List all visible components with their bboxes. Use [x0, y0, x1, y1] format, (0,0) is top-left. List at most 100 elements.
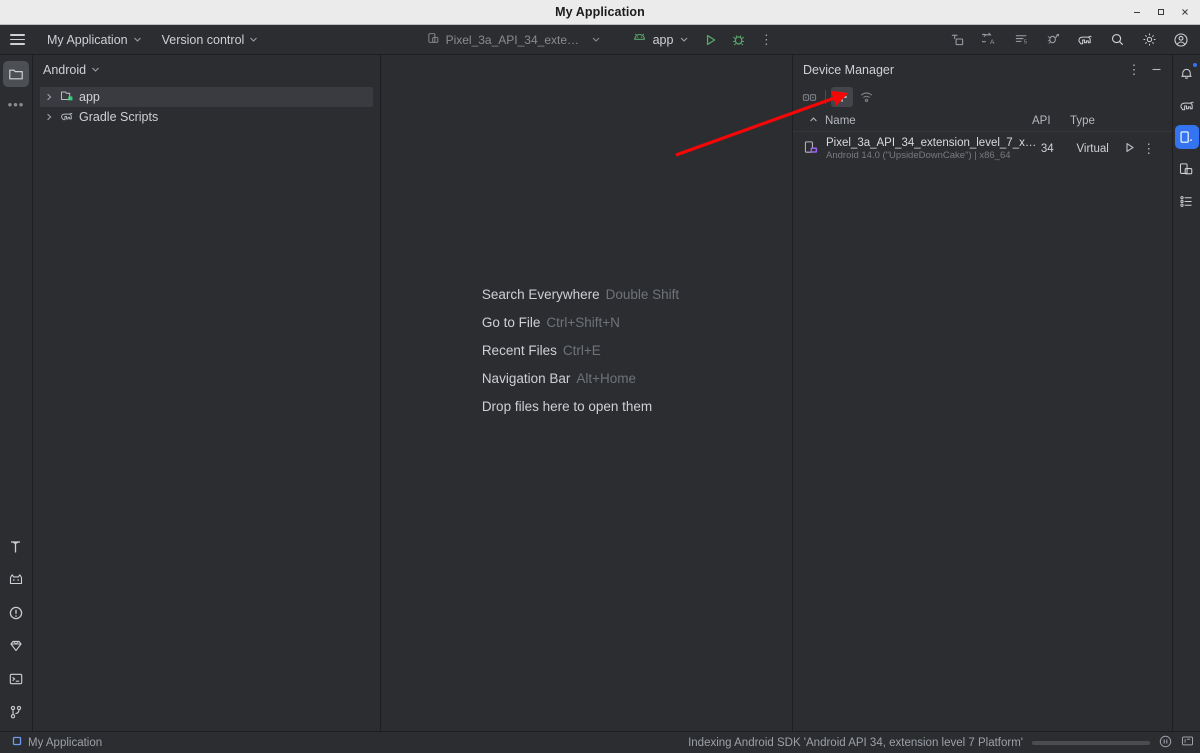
task-list-icon[interactable]: 5 — [1006, 27, 1036, 53]
main-toolbar: My Application Version control Pixel_3a_… — [0, 25, 1200, 55]
project-view-selector[interactable]: Android — [33, 55, 380, 84]
run-configuration-dropdown[interactable]: app — [626, 29, 696, 50]
add-device-plus-icon[interactable] — [831, 87, 853, 107]
bug-inspect-icon[interactable] — [1038, 27, 1068, 53]
gradle-elephant-icon[interactable] — [1070, 27, 1100, 53]
sidebar-item-notifications[interactable] — [1175, 61, 1199, 85]
project-menu-button[interactable]: My Application — [40, 30, 149, 50]
version-control-menu-button[interactable]: Version control — [155, 30, 266, 50]
toolbar-right-icons: A 5 — [942, 27, 1200, 53]
sidebar-item-build-variants[interactable] — [1175, 189, 1199, 213]
search-everywhere-a-icon[interactable]: A — [974, 27, 1004, 53]
sort-ascending-icon — [809, 115, 818, 127]
hint-shortcut: Ctrl+Shift+N — [546, 315, 620, 330]
account-avatar-icon[interactable] — [1166, 27, 1196, 53]
search-icon[interactable] — [1102, 27, 1132, 53]
wifi-pair-icon[interactable] — [855, 87, 877, 107]
device-type: Virtual — [1076, 143, 1109, 155]
pair-device-icon[interactable] — [798, 87, 820, 107]
left-tool-stripe-bottom — [3, 534, 29, 731]
gradle-script-icon — [60, 109, 74, 125]
sidebar-item-project[interactable] — [3, 61, 29, 87]
close-button[interactable] — [1174, 3, 1196, 22]
window-title: My Application — [555, 5, 645, 19]
pause-icon[interactable] — [1159, 735, 1172, 751]
more-run-options-button[interactable]: ⋮ — [753, 28, 779, 52]
project-square-icon — [12, 736, 22, 749]
hamburger-menu-icon[interactable] — [0, 25, 34, 55]
tree-item-label: Gradle Scripts — [79, 110, 159, 124]
editor-hints: Search Everywhere Double Shift Go to File… — [482, 287, 679, 414]
device-selector-dropdown[interactable]: Pixel_3a_API_34_extension... — [421, 29, 608, 50]
sidebar-item-terminal[interactable] — [3, 666, 29, 692]
device-selector-label: Pixel_3a_API_34_extension... — [445, 32, 586, 47]
status-progress-area: Indexing Android SDK 'Android API 34, ex… — [688, 735, 1194, 751]
sidebar-item-logcat[interactable] — [3, 567, 29, 593]
status-project-info[interactable]: My Application — [12, 736, 102, 749]
device-api-level: 34 — [1040, 143, 1054, 155]
sidebar-item-gradle[interactable] — [1175, 93, 1199, 117]
expand-chevron-icon[interactable] — [43, 113, 55, 121]
hint-drop-files: Drop files here to open them — [482, 399, 679, 414]
tree-item-app[interactable]: app — [40, 87, 373, 107]
hint-recent-files: Recent Files Ctrl+E — [482, 343, 679, 358]
minimize-button[interactable] — [1126, 3, 1148, 22]
sidebar-item-running-devices[interactable] — [1175, 157, 1199, 181]
project-menu-label: My Application — [47, 32, 128, 47]
more-tool-windows-button[interactable]: ••• — [8, 97, 25, 112]
settings-gear-icon[interactable] — [1134, 27, 1164, 53]
sidebar-item-problems[interactable] — [3, 600, 29, 626]
run-button[interactable] — [697, 28, 723, 52]
device-manager-minimize-button[interactable] — [1146, 60, 1166, 80]
version-control-menu-label: Version control — [161, 32, 245, 47]
device-manager-options-button[interactable]: ⋮ — [1124, 60, 1144, 80]
sidebar-item-device-manager[interactable] — [1174, 125, 1199, 149]
chevron-down-icon — [679, 33, 688, 47]
android-robot-icon — [633, 32, 647, 47]
device-manager-title: Device Manager — [803, 62, 895, 77]
device-table-header: Name API Type — [793, 110, 1172, 132]
column-header-type[interactable]: Type — [1070, 115, 1120, 127]
indexing-status-text: Indexing Android SDK 'Android API 34, ex… — [688, 736, 1023, 749]
device-row[interactable]: Pixel_3a_API_34_extension_level_7_x86_64… — [793, 132, 1172, 166]
android-module-icon — [60, 89, 74, 106]
device-manager-header-actions: ⋮ — [1124, 60, 1166, 80]
chevron-down-icon — [249, 33, 258, 47]
expand-chevron-icon[interactable] — [43, 93, 55, 101]
sidebar-item-app-quality[interactable] — [3, 633, 29, 659]
event-log-icon[interactable] — [1181, 735, 1194, 751]
tree-item-gradle-scripts[interactable]: Gradle Scripts — [33, 107, 380, 127]
virtual-device-icon — [804, 140, 819, 158]
device-name-cell: Pixel_3a_API_34_extension_level_7_x86_64… — [793, 137, 1041, 161]
status-project-label: My Application — [28, 736, 103, 749]
window-title-bar: My Application — [0, 0, 1200, 25]
kebab-menu-icon: ⋮ — [1127, 61, 1141, 77]
hint-shortcut: Double Shift — [605, 287, 680, 302]
hint-shortcut: Alt+Home — [576, 371, 637, 386]
debug-button[interactable] — [725, 28, 751, 52]
device-name: Pixel_3a_API_34_extension_level_7_x86_64 — [826, 137, 1041, 149]
chevron-down-icon — [592, 33, 601, 47]
editor-empty-state: Search Everywhere Double Shift Go to File… — [381, 55, 792, 731]
android-studio-window: My Application My Application Version co… — [0, 0, 1200, 753]
hint-action: Go to File — [481, 315, 541, 330]
sidebar-item-version-control[interactable] — [3, 699, 29, 725]
right-tool-stripe — [1172, 55, 1200, 731]
play-triangle-icon[interactable] — [1123, 141, 1136, 157]
device-more-menu-icon[interactable]: ⋮ — [1142, 141, 1155, 157]
hint-action: Search Everywhere — [481, 287, 600, 302]
indexing-progress-bar — [1032, 740, 1150, 745]
code-with-me-icon[interactable] — [942, 27, 972, 53]
hint-shortcut: Ctrl+E — [562, 343, 601, 358]
tree-item-label: app — [79, 90, 100, 104]
sidebar-item-build[interactable] — [3, 534, 29, 560]
hint-action: Navigation Bar — [481, 371, 571, 386]
device-name-texts: Pixel_3a_API_34_extension_level_7_x86_64… — [826, 137, 1041, 161]
notification-badge — [1191, 62, 1198, 68]
svg-text:5: 5 — [1023, 40, 1026, 46]
column-header-api[interactable]: API — [1032, 115, 1070, 127]
virtual-device-icon — [428, 32, 440, 47]
device-details: Android 14.0 ("UpsideDownCake") | x86_64 — [826, 150, 1011, 161]
column-header-name[interactable]: Name — [793, 115, 1032, 127]
maximize-button[interactable] — [1150, 3, 1172, 22]
